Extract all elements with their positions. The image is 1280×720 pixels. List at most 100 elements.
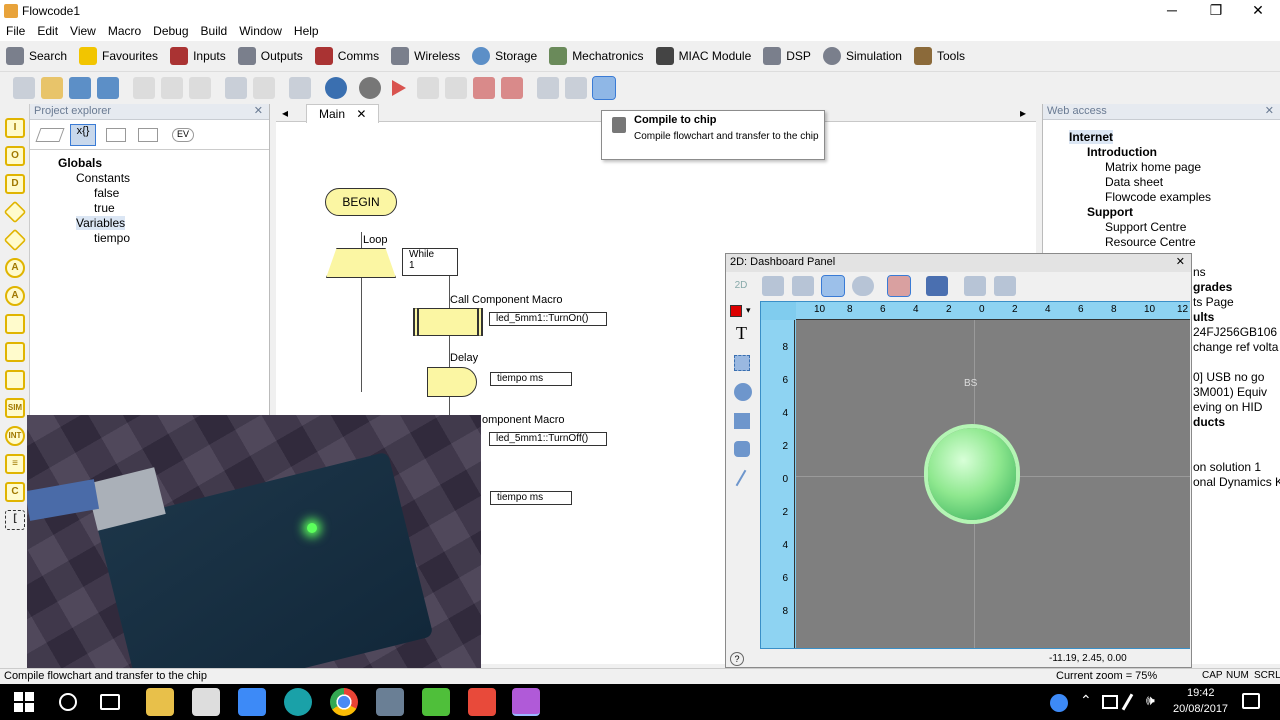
clipped-item-11[interactable]: onal Dynamics Kit [1193, 475, 1280, 489]
step-into-icon[interactable] [473, 77, 495, 99]
search-icon[interactable] [59, 693, 77, 711]
clipped-item-2[interactable]: ts Page [1193, 295, 1234, 309]
clipped-item-1[interactable]: grades [1193, 280, 1232, 294]
network-icon[interactable] [1102, 695, 1118, 709]
tab-scroll-right-icon[interactable]: ▸ [1020, 106, 1026, 120]
tree-constants[interactable]: Constants [76, 171, 130, 185]
clipped-item-3[interactable]: ults [1193, 310, 1214, 324]
clock-time[interactable]: 19:42 [1187, 687, 1215, 699]
debug-icon[interactable] [359, 77, 381, 99]
tree-globals[interactable]: Globals [58, 156, 102, 170]
tree-internet[interactable]: Internet [1069, 130, 1114, 144]
flowcode-taskbar-icon[interactable] [512, 688, 540, 716]
2d-view-icon[interactable]: 2D [730, 276, 752, 296]
notifications-icon[interactable] [1242, 693, 1260, 709]
clipped-item-4[interactable]: 24FJ256GB106 [1193, 325, 1277, 339]
line-tool-icon[interactable] [735, 469, 747, 487]
clipped-item-8[interactable]: eving on HID [1193, 400, 1262, 414]
print-icon[interactable] [289, 77, 311, 99]
tab-scroll-left-icon[interactable]: ◂ [282, 106, 288, 120]
chrome-icon[interactable] [330, 688, 358, 716]
assignment-tool-icon[interactable]: A [5, 258, 25, 278]
dashboard-close-icon[interactable]: ✕ [1176, 255, 1185, 268]
panel-close-icon[interactable]: ✕ [1265, 104, 1274, 117]
3d-view-icon[interactable] [926, 276, 948, 296]
store-icon[interactable] [192, 688, 220, 716]
menu-window[interactable]: Window [233, 22, 288, 40]
tab-main[interactable]: Main ✕ [306, 104, 380, 123]
compile-to-chip-button[interactable] [592, 76, 616, 100]
search-button[interactable]: Search [0, 42, 73, 70]
select-region-icon[interactable] [734, 355, 750, 371]
calculation-tool-icon[interactable]: A [5, 286, 25, 306]
link-data-sheet[interactable]: Data sheet [1105, 175, 1163, 189]
macro-tool-icon[interactable] [5, 342, 25, 362]
string-tool-icon[interactable]: ≡ [5, 454, 25, 474]
new-file-icon[interactable] [13, 77, 35, 99]
clock-date[interactable]: 20/08/2017 [1173, 703, 1228, 715]
minimize-button[interactable]: ─ [1150, 0, 1194, 22]
panel-close-icon[interactable]: ✕ [254, 104, 263, 117]
wireless-button[interactable]: Wireless [385, 42, 466, 70]
favourites-button[interactable]: Favourites [73, 42, 164, 70]
stop-icon[interactable] [445, 77, 467, 99]
app-icon-green[interactable] [422, 688, 450, 716]
clipped-item-0[interactable]: ns [1193, 265, 1206, 279]
redo-icon[interactable] [253, 77, 275, 99]
wrench-icon[interactable] [964, 276, 986, 296]
close-button[interactable]: ✕ [1236, 0, 1280, 22]
menu-build[interactable]: Build [195, 22, 234, 40]
pause-icon[interactable] [417, 77, 439, 99]
rounded-rect-tool-icon[interactable] [734, 441, 750, 457]
text-tool-icon[interactable]: T [736, 323, 747, 344]
decision-tool-icon[interactable] [3, 200, 27, 224]
dropbox-icon[interactable] [238, 688, 266, 716]
inputs-button[interactable]: Inputs [164, 42, 232, 70]
comment-tool-icon[interactable]: [ [5, 510, 25, 530]
maximize-button[interactable]: ❐ [1194, 0, 1238, 22]
input-tool-icon[interactable]: I [5, 118, 25, 138]
miac-module-button[interactable]: MIAC Module [650, 42, 758, 70]
menu-macro[interactable]: Macro [102, 22, 147, 40]
arduino-ide-icon[interactable] [284, 688, 312, 716]
undo-icon[interactable] [225, 77, 247, 99]
simulation-button[interactable]: Simulation [817, 42, 908, 70]
component-macro-tool-icon[interactable] [5, 370, 25, 390]
begin-terminal[interactable]: BEGIN [325, 188, 397, 216]
chevron-up-icon[interactable]: ⌃ [1080, 692, 1092, 709]
loop-icon-block[interactable] [326, 248, 396, 278]
clipped-item-6[interactable]: 0] USB no go [1193, 370, 1264, 384]
tree-variable-tiempo[interactable]: tiempo [94, 231, 130, 245]
tab-close-icon[interactable]: ✕ [356, 107, 366, 121]
dsp-button[interactable]: DSP [757, 42, 817, 70]
cut-icon[interactable] [133, 77, 155, 99]
menu-help[interactable]: Help [288, 22, 325, 40]
loop-tool-icon[interactable] [5, 314, 25, 334]
rectangle-tool-icon[interactable] [734, 413, 750, 429]
tree-variables[interactable]: Variables [76, 216, 126, 230]
step-over-icon[interactable] [501, 77, 523, 99]
output-tool-icon[interactable]: O [5, 146, 25, 166]
volume-icon[interactable]: 🕪 [1146, 692, 1155, 709]
move-icon[interactable] [762, 276, 784, 296]
copy-icon[interactable] [161, 77, 183, 99]
delay-tool-icon[interactable]: D [5, 174, 25, 194]
pencil-icon[interactable] [792, 276, 814, 296]
clipped-item-5[interactable]: change ref volta [1193, 340, 1278, 354]
compile-hex-icon[interactable] [537, 77, 559, 99]
paste-icon[interactable] [189, 77, 211, 99]
menu-view[interactable]: View [64, 22, 102, 40]
circle-tool-icon[interactable] [734, 383, 752, 401]
storage-button[interactable]: Storage [466, 42, 543, 70]
mechatronics-button[interactable]: Mechatronics [543, 42, 649, 70]
compile-c-icon[interactable] [565, 77, 587, 99]
dashboard-help-icon[interactable]: ? [730, 652, 744, 666]
run-icon[interactable] [392, 80, 406, 96]
clipped-item-10[interactable]: on solution 1 [1193, 460, 1261, 474]
led-component[interactable] [928, 428, 1016, 520]
help-icon[interactable] [325, 77, 347, 99]
link-support-centre[interactable]: Support Centre [1105, 220, 1186, 234]
delay-block-1[interactable] [427, 367, 477, 397]
tree-support[interactable]: Support [1087, 205, 1133, 219]
rotate-icon[interactable] [852, 276, 874, 296]
